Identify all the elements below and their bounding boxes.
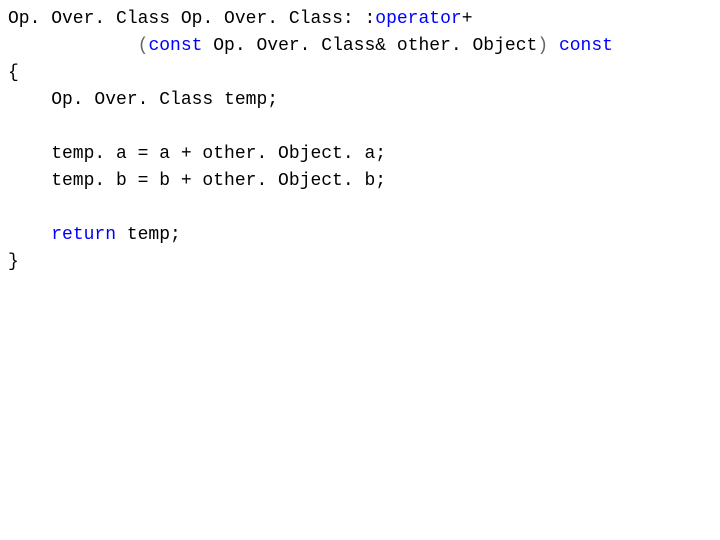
param-name: other. Object xyxy=(397,36,537,56)
close-paren: ) xyxy=(537,36,548,56)
const-keyword-2: const xyxy=(559,36,613,56)
param-type: Op. Over. Class& xyxy=(202,36,396,56)
operator-keyword: operator xyxy=(375,9,461,29)
close-brace: } xyxy=(8,252,19,272)
return-indent xyxy=(8,225,51,245)
param-indent xyxy=(8,36,138,56)
class-scope: Op. Over. Class: : xyxy=(181,9,375,29)
return-type: Op. Over. Class xyxy=(8,9,170,29)
code-block: Op. Over. Class Op. Over. Class: :operat… xyxy=(0,0,720,282)
open-brace: { xyxy=(8,63,19,83)
const-keyword-1: const xyxy=(148,36,202,56)
return-expr: temp; xyxy=(116,225,181,245)
decl-line: Op. Over. Class temp; xyxy=(8,90,278,110)
open-paren: ( xyxy=(138,36,149,56)
assign-b-line: temp. b = b + other. Object. b; xyxy=(8,171,386,191)
assign-a-line: temp. a = a + other. Object. a; xyxy=(8,144,386,164)
operator-symbol: + xyxy=(462,9,473,29)
return-keyword: return xyxy=(51,225,116,245)
